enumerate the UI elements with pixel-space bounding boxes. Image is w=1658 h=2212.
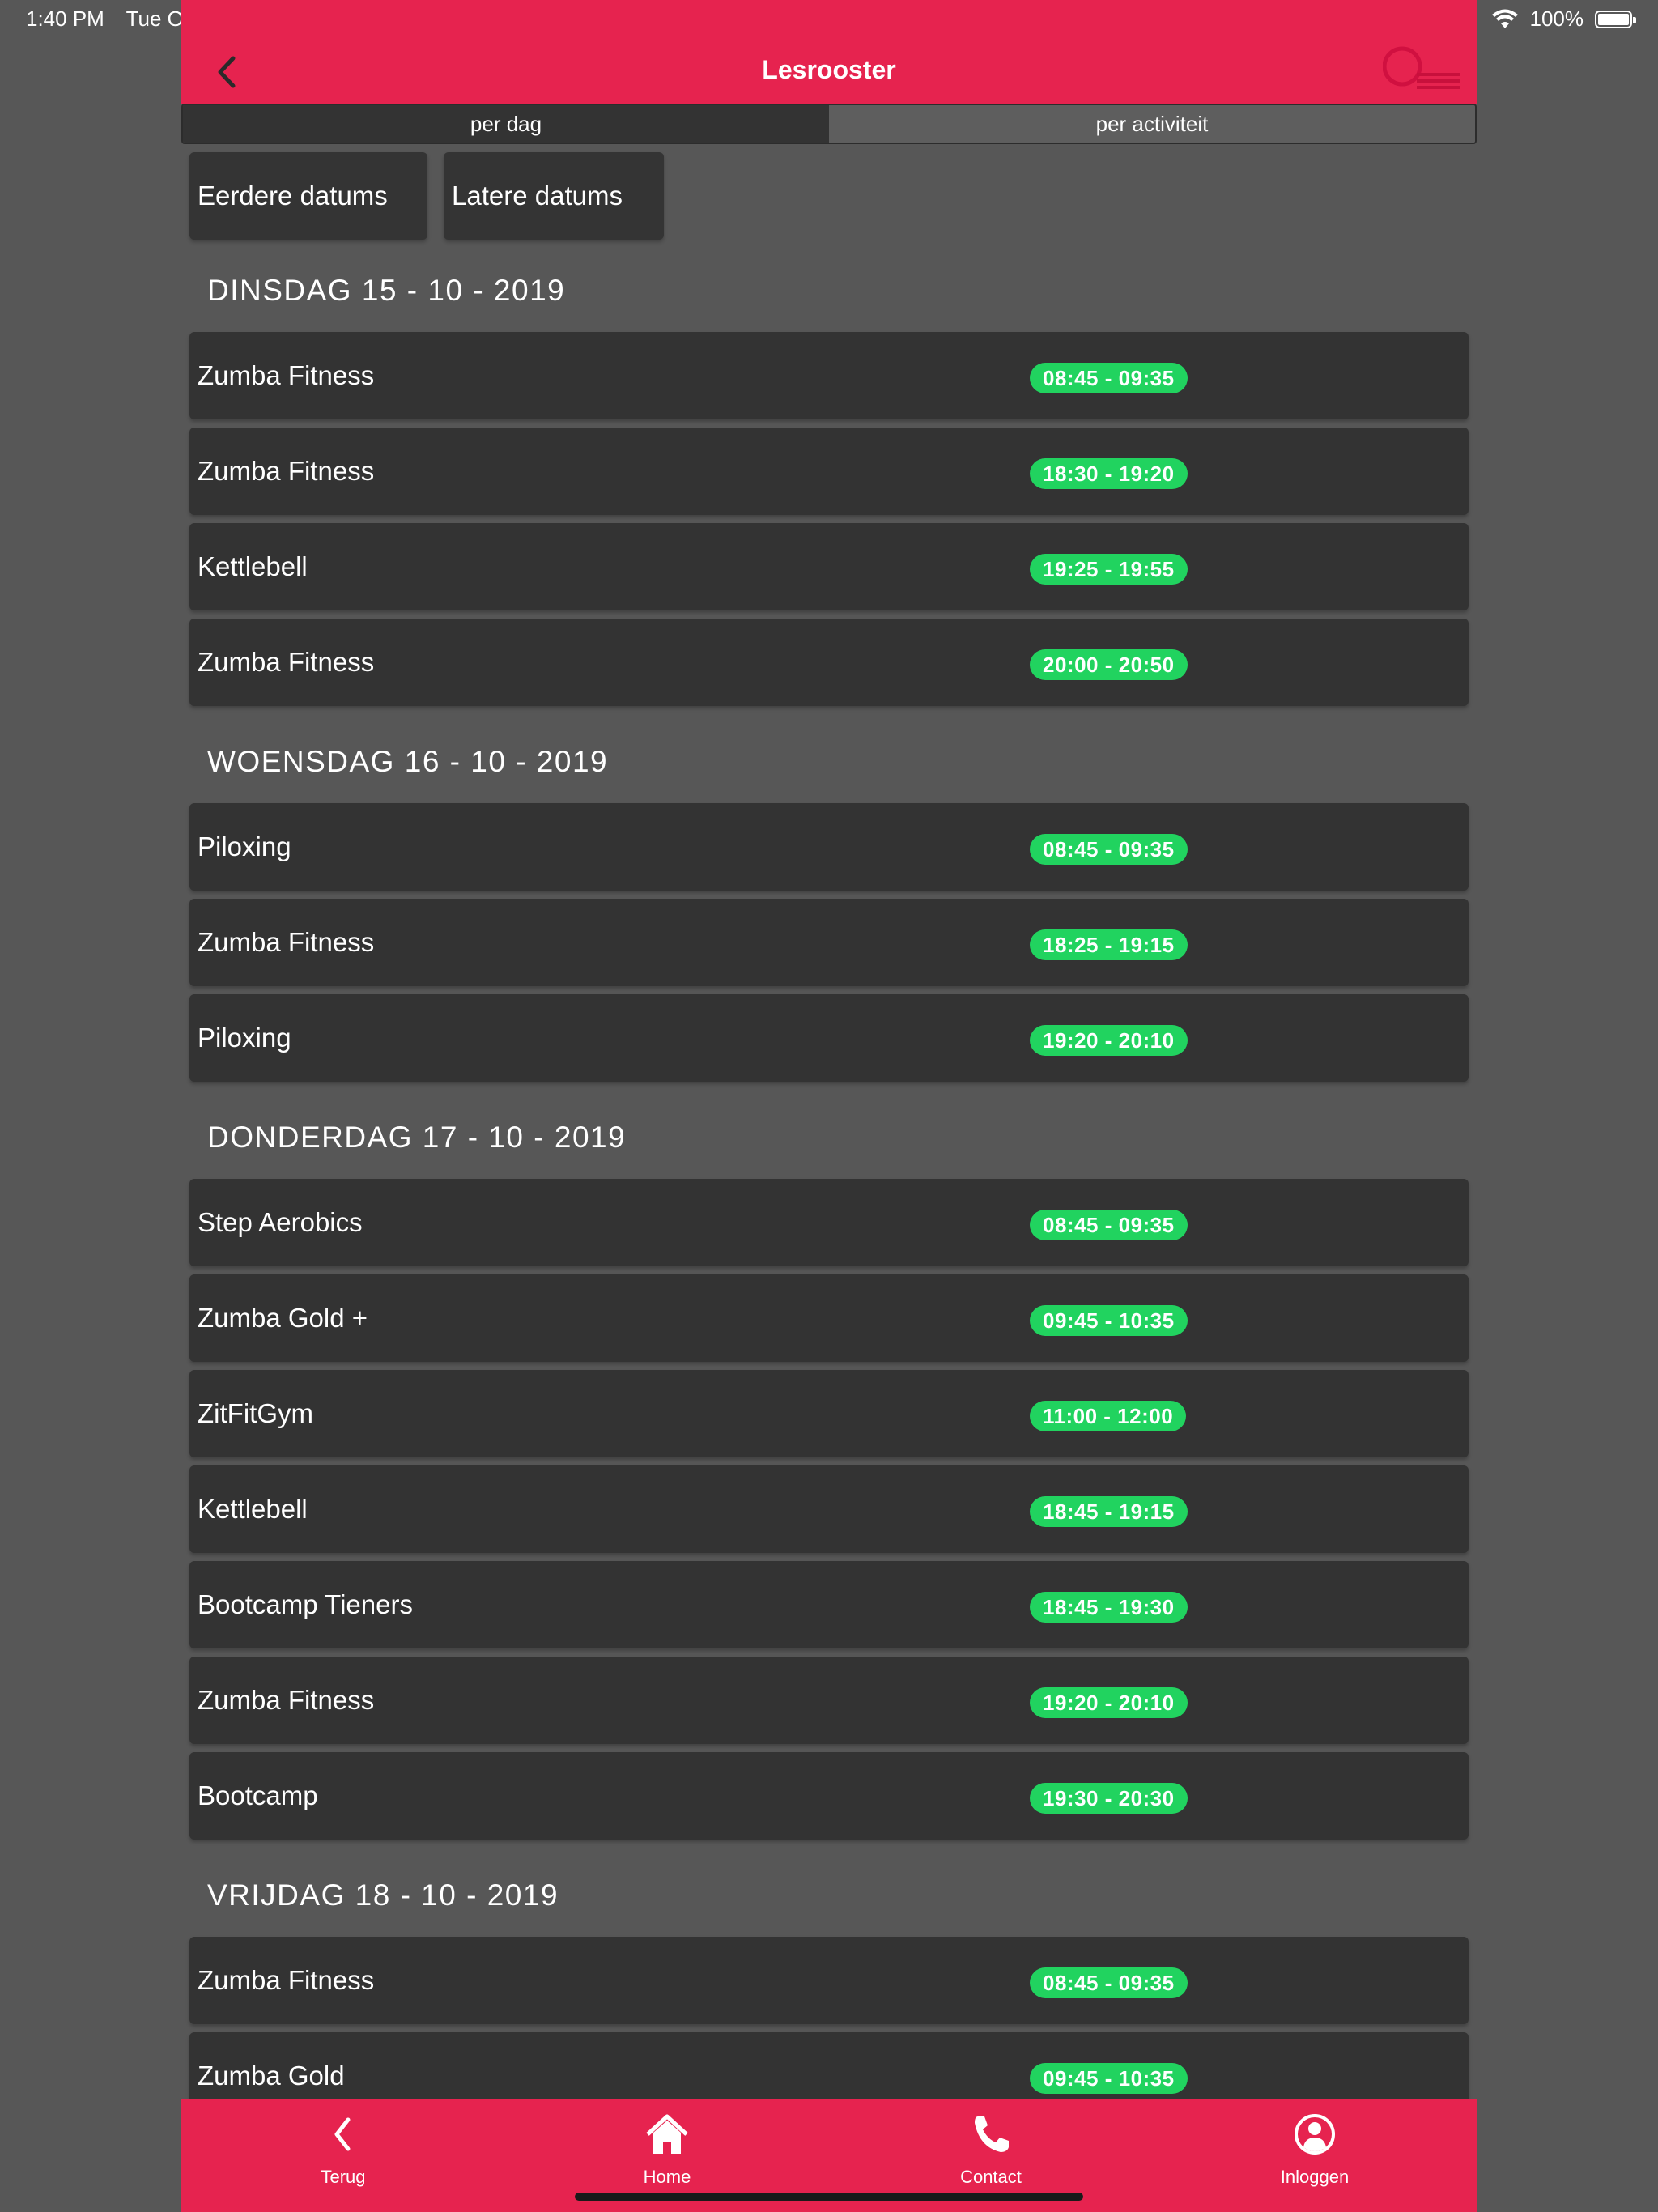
class-row[interactable]: Bootcamp 19:30 - 20:30 [189, 1752, 1469, 1840]
class-name: Zumba Fitness [198, 647, 375, 677]
time-badge: 19:25 - 19:55 [1030, 554, 1188, 585]
class-row[interactable]: Kettlebell 19:25 - 19:55 [189, 523, 1469, 610]
tab-per-dag[interactable]: per dag [183, 105, 829, 143]
wifi-icon [1491, 9, 1518, 28]
class-name: Piloxing [198, 832, 291, 861]
class-row[interactable]: Step Aerobics 08:45 - 09:35 [189, 1179, 1469, 1266]
time-badge: 19:20 - 20:10 [1030, 1025, 1188, 1056]
time-badge: 18:45 - 19:15 [1030, 1496, 1188, 1527]
class-name: Kettlebell [198, 551, 308, 581]
battery-percentage: 100% [1529, 6, 1584, 31]
time-badge: 18:45 - 19:30 [1030, 1592, 1188, 1623]
class-row[interactable]: Piloxing 08:45 - 09:35 [189, 803, 1469, 891]
class-name: Bootcamp Tieners [198, 1589, 413, 1619]
earlier-dates-button[interactable]: Eerdere datums [189, 152, 427, 240]
class-name: Zumba Fitness [198, 456, 375, 486]
day-spacer [189, 714, 1469, 730]
time-badge: 19:30 - 20:30 [1030, 1783, 1188, 1814]
header-bar: Lesrooster [181, 0, 1477, 104]
time-badge: 08:45 - 09:35 [1030, 834, 1188, 865]
class-name: Zumba Fitness [198, 1965, 375, 1995]
time-badge: 09:45 - 10:35 [1030, 1305, 1188, 1336]
class-row[interactable]: Zumba Fitness 20:00 - 20:50 [189, 619, 1469, 706]
time-badge: 08:45 - 09:35 [1030, 1210, 1188, 1240]
schedule-list: DINSDAG 15 - 10 - 2019 Zumba Fitness 08:45… [189, 259, 1469, 2144]
class-row[interactable]: Piloxing 19:20 - 20:10 [189, 994, 1469, 1082]
chevron-left-icon [334, 2117, 351, 2151]
class-name: Zumba Gold + [198, 1303, 368, 1333]
tab-label: Inloggen [1280, 2167, 1350, 2187]
time-badge: 19:20 - 20:10 [1030, 1687, 1188, 1718]
battery-icon [1595, 10, 1636, 28]
class-name: Zumba Fitness [198, 360, 375, 390]
class-row[interactable]: Zumba Fitness 18:30 - 19:20 [189, 428, 1469, 515]
class-name: Zumba Fitness [198, 1685, 375, 1715]
time-badge: 08:45 - 09:35 [1030, 363, 1188, 393]
day-heading: WOENSDAG 16 - 10 - 2019 [207, 745, 609, 778]
class-row[interactable]: Zumba Gold + 09:45 - 10:35 [189, 1274, 1469, 1362]
brand-logo-icon [1383, 46, 1460, 89]
day-heading: VRIJDAG 18 - 10 - 2019 [207, 1878, 559, 1912]
time-badge: 09:45 - 10:35 [1030, 2063, 1188, 2094]
home-indicator [575, 2193, 1083, 2201]
user-icon [1295, 2114, 1335, 2155]
day-heading: DINSDAG 15 - 10 - 2019 [207, 274, 566, 307]
class-row[interactable]: Zumba Fitness 08:45 - 09:35 [189, 332, 1469, 419]
tab-inloggen[interactable]: Inloggen [1153, 2099, 1477, 2212]
class-row[interactable]: Zumba Fitness 19:20 - 20:10 [189, 1657, 1469, 1744]
class-row[interactable]: Kettlebell 18:45 - 19:15 [189, 1465, 1469, 1553]
class-name: ZitFitGym [198, 1398, 313, 1428]
tab-label: Contact [960, 2167, 1022, 2187]
day-heading: DONDERDAG 17 - 10 - 2019 [207, 1121, 627, 1154]
class-name: Step Aerobics [198, 1207, 363, 1237]
time-badge: 20:00 - 20:50 [1030, 649, 1188, 680]
tab-label: Home [643, 2167, 691, 2187]
class-name: Piloxing [198, 1023, 291, 1053]
day-spacer [189, 1848, 1469, 1864]
view-segmented-control: per dag per activiteit [181, 104, 1477, 144]
tab-label: Terug [321, 2167, 366, 2187]
class-row[interactable]: Zumba Fitness 18:25 - 19:15 [189, 899, 1469, 986]
class-name: Kettlebell [198, 1494, 308, 1524]
app-window: Lesrooster per dag per activiteit Eerder… [181, 0, 1477, 2212]
tab-terug[interactable]: Terug [181, 2099, 505, 2212]
time-badge: 18:25 - 19:15 [1030, 929, 1188, 960]
day-spacer [189, 1090, 1469, 1106]
page-title: Lesrooster [762, 55, 896, 84]
class-row[interactable]: ZitFitGym 11:00 - 12:00 [189, 1370, 1469, 1457]
phone-icon [975, 2116, 1009, 2152]
time-badge: 11:00 - 12:00 [1030, 1401, 1187, 1431]
class-name: Bootcamp [198, 1780, 318, 1810]
time-badge: 18:30 - 19:20 [1030, 458, 1188, 489]
tab-per-activiteit[interactable]: per activiteit [829, 105, 1475, 143]
class-row[interactable]: Zumba Fitness 08:45 - 09:35 [189, 1937, 1469, 2024]
class-row[interactable]: Bootcamp Tieners 18:45 - 19:30 [189, 1561, 1469, 1648]
later-dates-button[interactable]: Latere datums [444, 152, 664, 240]
time-badge: 08:45 - 09:35 [1030, 1967, 1188, 1998]
status-time: 1:40 PM [26, 6, 104, 31]
home-icon [646, 2114, 688, 2154]
class-name: Zumba Fitness [198, 927, 375, 957]
